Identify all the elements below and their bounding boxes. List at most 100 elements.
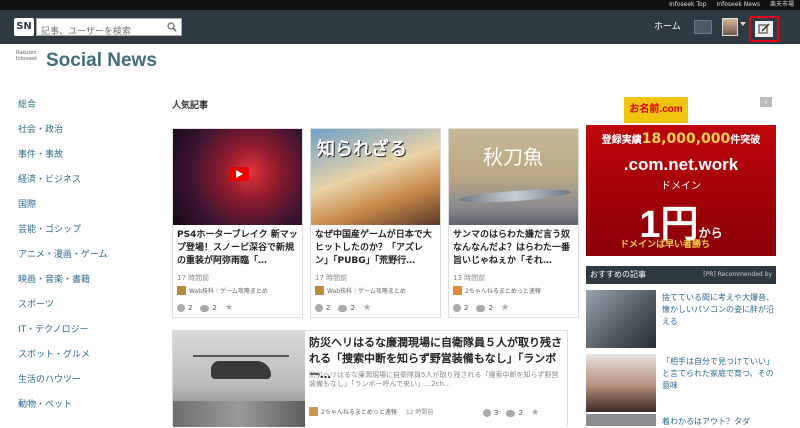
pencil-icon — [758, 23, 770, 34]
star-icon[interactable]: ★ — [363, 303, 371, 313]
ad-domain-label: ドメイン — [661, 181, 701, 192]
comment-icon[interactable] — [476, 304, 486, 312]
ad-count-number: 18,000,000 — [641, 131, 731, 147]
category-list: 総合 社会・政治 事件・事故 経済・ビジネス 国際 芸能・ゴシップ アニメ・漫画… — [18, 98, 148, 423]
comment-count: 2 — [488, 304, 493, 312]
source-avatar — [315, 286, 324, 295]
like-icon[interactable] — [483, 409, 491, 417]
recommend-item[interactable]: 「相手は自分で見つけていい」と言てられた家庭で育つ、その意味 — [586, 354, 776, 412]
category-item[interactable]: 国際 — [18, 198, 148, 223]
comment-icon[interactable] — [338, 304, 348, 312]
article-card[interactable]: 秋刀魚 サンマのはらわた嫌だ言う奴なんなんだよ？はらわた一番旨いじゃねぇか「それ… — [448, 128, 579, 318]
category-item[interactable]: スポット・グルメ — [18, 348, 148, 373]
recommend-item[interactable]: 着わかるはアウト？タダ — [586, 414, 776, 426]
category-item[interactable]: IT・テクノロジー — [18, 323, 148, 348]
category-item[interactable]: 総合 — [18, 98, 148, 123]
rotor-shape — [193, 355, 289, 357]
brand-infoseek: Infoseek — [16, 56, 38, 62]
recommend-by[interactable]: [PR] Recommended by — [703, 266, 772, 284]
brand-logo[interactable]: Rakuten Infoseek Social News — [16, 50, 157, 71]
utility-bar: Infoseek Top Infoseek News 楽天市場 — [0, 0, 800, 10]
comment-count: 2 — [212, 304, 217, 312]
article-title[interactable]: なぜ中国産ゲームが日本で大ヒットしたのか？「アズレン」「PUBG」「荒野行… — [311, 225, 440, 271]
section-heading-popular: 人気記事 — [172, 101, 209, 111]
category-item[interactable]: スポーツ — [18, 298, 148, 323]
category-item[interactable]: 社会・政治 — [18, 123, 148, 148]
recommend-thumbnail[interactable] — [586, 290, 656, 348]
like-count: 2 — [326, 304, 331, 312]
recommend-item-title[interactable]: 「相手は自分で見つけていい」と言てられた家庭で育つ、その意味 — [662, 356, 774, 392]
star-icon[interactable]: ★ — [531, 408, 539, 418]
article-card[interactable]: PS4ホーターブレイク 新マップ登場！スノーピ深谷で新規の重装が阿弥雨臨「… 1… — [172, 128, 303, 318]
article-source[interactable]: Wab技科｜ゲーム攻略まとめ — [315, 286, 437, 295]
source-name: Wab技科｜ゲーム攻略まとめ — [327, 288, 406, 295]
article-title[interactable]: サンマのはらわた嫌だ言う奴なんなんだよ？はらわた一番旨いじゃねぇか「それ… — [449, 225, 578, 271]
domain-ad-banner[interactable]: お名前.com i 登録実績18,000,000件突破 .com.net.wor… — [586, 95, 776, 256]
onamae-logo: お名前.com — [624, 97, 688, 123]
like-icon[interactable] — [315, 304, 323, 312]
thumbnail-caption: 知られざる — [317, 139, 407, 160]
source-avatar — [453, 286, 462, 295]
article-time: 17 時間前 — [177, 274, 210, 282]
ad-tld-text: .com.net.work — [623, 155, 739, 174]
like-count: 2 — [188, 304, 193, 312]
article-stats: 3 2 ★ — [483, 408, 539, 418]
recommend-item-title[interactable]: 着わかるはアウト？タダ — [662, 416, 774, 428]
article-source[interactable]: 2ちゃんねるまとめっと速報 — [453, 286, 575, 295]
ad-tagline: ドメインは早い者勝ち — [620, 240, 711, 250]
monitor-icon[interactable] — [694, 20, 712, 34]
like-icon[interactable] — [177, 304, 185, 312]
comment-count: 2 — [350, 304, 355, 312]
category-item[interactable]: 事件・事故 — [18, 148, 148, 173]
sn-logo[interactable]: SN — [14, 18, 34, 36]
like-icon[interactable] — [453, 304, 461, 312]
comment-icon[interactable] — [200, 304, 210, 312]
article-time: 13 時間前 — [453, 274, 486, 282]
article-title[interactable]: PS4ホーターブレイク 新マップ登場！スノーピ深谷で新規の重装が阿弥雨臨「… — [173, 225, 302, 271]
adchoices-icon[interactable]: i — [760, 97, 772, 107]
article-thumbnail[interactable]: 秋刀魚 — [449, 129, 578, 225]
user-avatar[interactable] — [722, 18, 738, 36]
nav-home-link[interactable]: ホーム — [654, 20, 681, 34]
category-item[interactable]: 芸能・ゴシップ — [18, 223, 148, 248]
top-navbar: SN ホーム — [0, 10, 800, 44]
source-name: 2ちゃんねるまとめっと速報 — [321, 409, 397, 416]
article-summary: 防災ヘリはるな廉潤現場に自衛隊員5人が取り残される「捜索中断を知らず野営装備もな… — [309, 371, 559, 388]
category-item[interactable]: 生活のハウツー — [18, 373, 148, 398]
link-rakuten[interactable]: 楽天市場 — [770, 0, 794, 10]
ground-shape — [173, 401, 305, 427]
recommend-item[interactable]: 捨てている間に考えや大爆音、懐かしいパソコンの姿に胖が沿える — [586, 290, 776, 348]
play-icon — [229, 167, 249, 181]
article-stats: 2 2 ★ — [315, 303, 371, 313]
source-avatar — [309, 407, 318, 416]
article-thumbnail[interactable] — [173, 129, 302, 225]
article-thumbnail[interactable] — [173, 331, 305, 427]
category-item[interactable]: 動物・ペット — [18, 398, 148, 423]
link-infoseek-top[interactable]: Infoseek Top — [669, 0, 706, 10]
article-card[interactable]: 知られざる なぜ中国産ゲームが日本で大ヒットしたのか？「アズレン」「PUBG」「… — [310, 128, 441, 318]
link-infoseek-news[interactable]: Infoseek News — [717, 0, 760, 10]
category-item[interactable]: 経済・ビジネス — [18, 173, 148, 198]
article-thumbnail[interactable]: 知られざる — [311, 129, 440, 225]
category-item[interactable]: アニメ・漫画・ゲーム — [18, 248, 148, 273]
article-source[interactable]: 2ちゃんねるまとめっと速報 12 時間前 — [309, 407, 433, 416]
recommend-thumbnail[interactable] — [586, 354, 656, 412]
chevron-down-icon[interactable] — [740, 22, 746, 26]
search-box — [36, 18, 182, 40]
star-icon[interactable]: ★ — [501, 303, 509, 313]
recommend-thumbnail[interactable] — [586, 414, 656, 426]
search-input[interactable] — [37, 24, 157, 40]
recommend-item-title[interactable]: 捨てている間に考えや大爆音、懐かしいパソコンの姿に胖が沿える — [662, 292, 774, 328]
post-button[interactable] — [749, 16, 779, 42]
comment-icon[interactable] — [506, 409, 516, 417]
recommend-title: おすすめの記事 — [590, 270, 646, 279]
article-source[interactable]: Wab技科｜ゲーム攻略まとめ — [177, 286, 299, 295]
search-icon[interactable] — [167, 22, 177, 32]
article-card-wide[interactable]: 防災ヘリはるな廉潤現場に自衛隊員５人が取り残される「捜索中断を知らず野営装備もな… — [172, 330, 568, 427]
source-avatar — [177, 286, 186, 295]
category-item[interactable]: 映画・音楽・書籍 — [18, 273, 148, 298]
star-icon[interactable]: ★ — [225, 303, 233, 313]
like-count: 3 — [494, 409, 499, 417]
helicopter-shape — [211, 361, 271, 379]
source-name: Wab技科｜ゲーム攻略まとめ — [189, 288, 268, 295]
